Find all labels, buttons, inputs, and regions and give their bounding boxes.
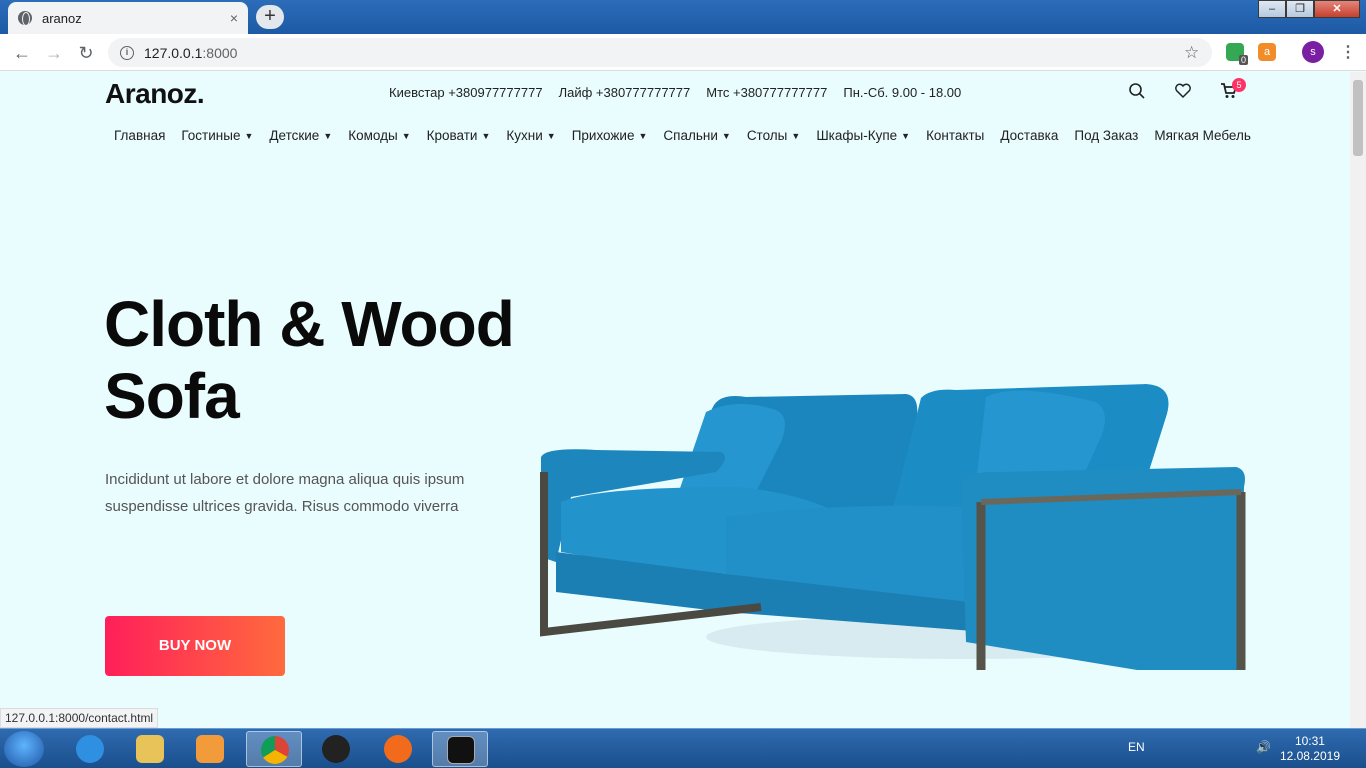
shopping-extension-icon[interactable]: a — [1258, 43, 1276, 61]
taskbar-explorer[interactable] — [122, 731, 178, 767]
heart-icon[interactable] — [1174, 82, 1192, 105]
hero-title-line1: Cloth & Wood — [104, 288, 515, 360]
web-page: Aranoz. Киевстар +380977777777 Лайф +380… — [0, 72, 1350, 728]
main-navigation: Главная Гостиные ▼ Детские ▼ Комоды ▼ Крова… — [114, 128, 1251, 143]
buy-now-button[interactable]: BUY NOW — [105, 616, 285, 676]
forward-arrow-icon[interactable]: → — [42, 41, 66, 65]
sofa-image — [540, 384, 1246, 670]
page-scrollbar[interactable] — [1350, 72, 1366, 728]
tab-title: aranoz — [42, 10, 82, 26]
reload-icon[interactable]: ↻ — [74, 41, 98, 65]
nav-item-living-rooms[interactable]: Гостиные ▼ — [181, 128, 253, 143]
extension-badge: 0 — [1238, 55, 1248, 65]
chrome-icon — [261, 736, 289, 764]
caret-down-icon: ▼ — [638, 131, 648, 141]
shield-extension-icon[interactable]: 0 — [1226, 43, 1248, 65]
contact-kyivstar: Киевстар +380977777777 — [389, 85, 543, 100]
contact-lifecell: Лайф +380777777777 — [558, 85, 691, 100]
folder-icon — [136, 735, 164, 763]
nav-item-custom-order[interactable]: Под Заказ — [1074, 128, 1138, 143]
nav-item-kitchens[interactable]: Кухни ▼ — [506, 128, 555, 143]
status-bar: 127.0.0.1:8000/contact.html — [0, 708, 159, 728]
caret-down-icon: ▼ — [901, 131, 911, 141]
media-player-icon — [196, 735, 224, 763]
taskbar-ie[interactable] — [62, 731, 118, 767]
contact-mts: Мтс +380777777777 — [706, 85, 828, 100]
url-port: :8000 — [202, 44, 238, 61]
back-arrow-icon[interactable]: ← — [10, 41, 34, 65]
browser-titlebar: aranoz × + – ❐ ✕ — [0, 0, 1366, 34]
nav-item-delivery[interactable]: Доставка — [1000, 128, 1058, 143]
nav-item-kids[interactable]: Детские ▼ — [269, 128, 332, 143]
caret-down-icon: ▼ — [244, 131, 254, 141]
site-logo[interactable]: Aranoz. — [105, 78, 205, 110]
maximize-button[interactable]: ❐ — [1286, 0, 1314, 18]
new-tab-button[interactable]: + — [256, 5, 284, 29]
minimize-button[interactable]: – — [1258, 0, 1286, 18]
globe-icon — [18, 11, 32, 26]
app-s-icon — [322, 735, 350, 763]
taskbar-app-s[interactable] — [308, 731, 364, 767]
browser-toolbar: ← → ↻ i 127.0.0.1:8000 ☆ 0 a s ⋮ — [0, 34, 1366, 71]
tab-close-icon[interactable]: × — [230, 10, 238, 26]
taskbar-media[interactable] — [182, 731, 238, 767]
clock-date: 12.08.2019 — [1279, 749, 1340, 763]
caret-down-icon: ▼ — [481, 131, 491, 141]
internet-explorer-icon — [76, 735, 104, 763]
start-button[interactable] — [4, 731, 44, 767]
info-icon[interactable]: i — [120, 45, 134, 60]
taskbar-terminal[interactable] — [432, 731, 488, 767]
hero-description: Incididunt ut labore et dolore magna ali… — [105, 471, 465, 515]
header-contacts: Киевстар +380977777777 Лайф +38077777777… — [389, 85, 961, 100]
opening-hours: Пн.-Сб. 9.00 - 18.00 — [843, 85, 962, 100]
nav-item-contacts[interactable]: Контакты — [926, 128, 984, 143]
nav-item-wardrobes[interactable]: Шкафы-Купе ▼ — [816, 128, 910, 143]
terminal-icon — [447, 736, 475, 764]
nav-item-upholstered[interactable]: Мягкая Мебель — [1154, 128, 1251, 143]
caret-down-icon: ▼ — [546, 131, 556, 141]
clock[interactable]: 10:31 12.08.2019 — [1280, 734, 1340, 764]
pen-icon — [384, 735, 412, 763]
hero-title-line2: Sofa — [104, 360, 240, 432]
address-bar[interactable]: i 127.0.0.1:8000 — [108, 38, 1212, 67]
caret-down-icon: ▼ — [401, 131, 411, 141]
scrollbar-thumb[interactable] — [1353, 80, 1363, 156]
window-close-button[interactable]: ✕ — [1314, 0, 1360, 18]
nav-item-hallways[interactable]: Прихожие ▼ — [572, 128, 648, 143]
search-icon[interactable] — [1128, 82, 1146, 105]
windows-taskbar: EN 🔊 10:31 12.08.2019 — [0, 728, 1366, 768]
nav-item-home[interactable]: Главная — [114, 128, 165, 143]
nav-item-tables[interactable]: Столы ▼ — [747, 128, 801, 143]
window-controls: – ❐ ✕ — [1258, 0, 1360, 18]
profile-avatar[interactable]: s — [1302, 41, 1324, 63]
caret-down-icon: ▼ — [323, 131, 333, 141]
browser-tab[interactable]: aranoz × — [8, 2, 248, 34]
nav-item-bedrooms[interactable]: Спальни ▼ — [663, 128, 730, 143]
caret-down-icon: ▼ — [791, 131, 801, 141]
language-indicator[interactable]: EN — [1128, 740, 1145, 754]
hero-title: Cloth & Wood Sofa — [104, 288, 584, 432]
taskbar-chrome[interactable] — [246, 731, 302, 767]
cart-count-badge: 5 — [1232, 78, 1246, 92]
nav-item-beds[interactable]: Кровати ▼ — [427, 128, 491, 143]
taskbar-editor[interactable] — [370, 731, 426, 767]
kebab-menu-icon[interactable]: ⋮ — [1340, 42, 1356, 62]
nav-item-dressers[interactable]: Комоды ▼ — [348, 128, 410, 143]
url-host: 127.0.0.1 — [144, 44, 203, 61]
caret-down-icon: ▼ — [721, 131, 731, 141]
volume-icon[interactable]: 🔊 — [1256, 740, 1271, 754]
bookmark-star-icon[interactable]: ☆ — [1184, 43, 1199, 63]
clock-time: 10:31 — [1294, 734, 1325, 748]
